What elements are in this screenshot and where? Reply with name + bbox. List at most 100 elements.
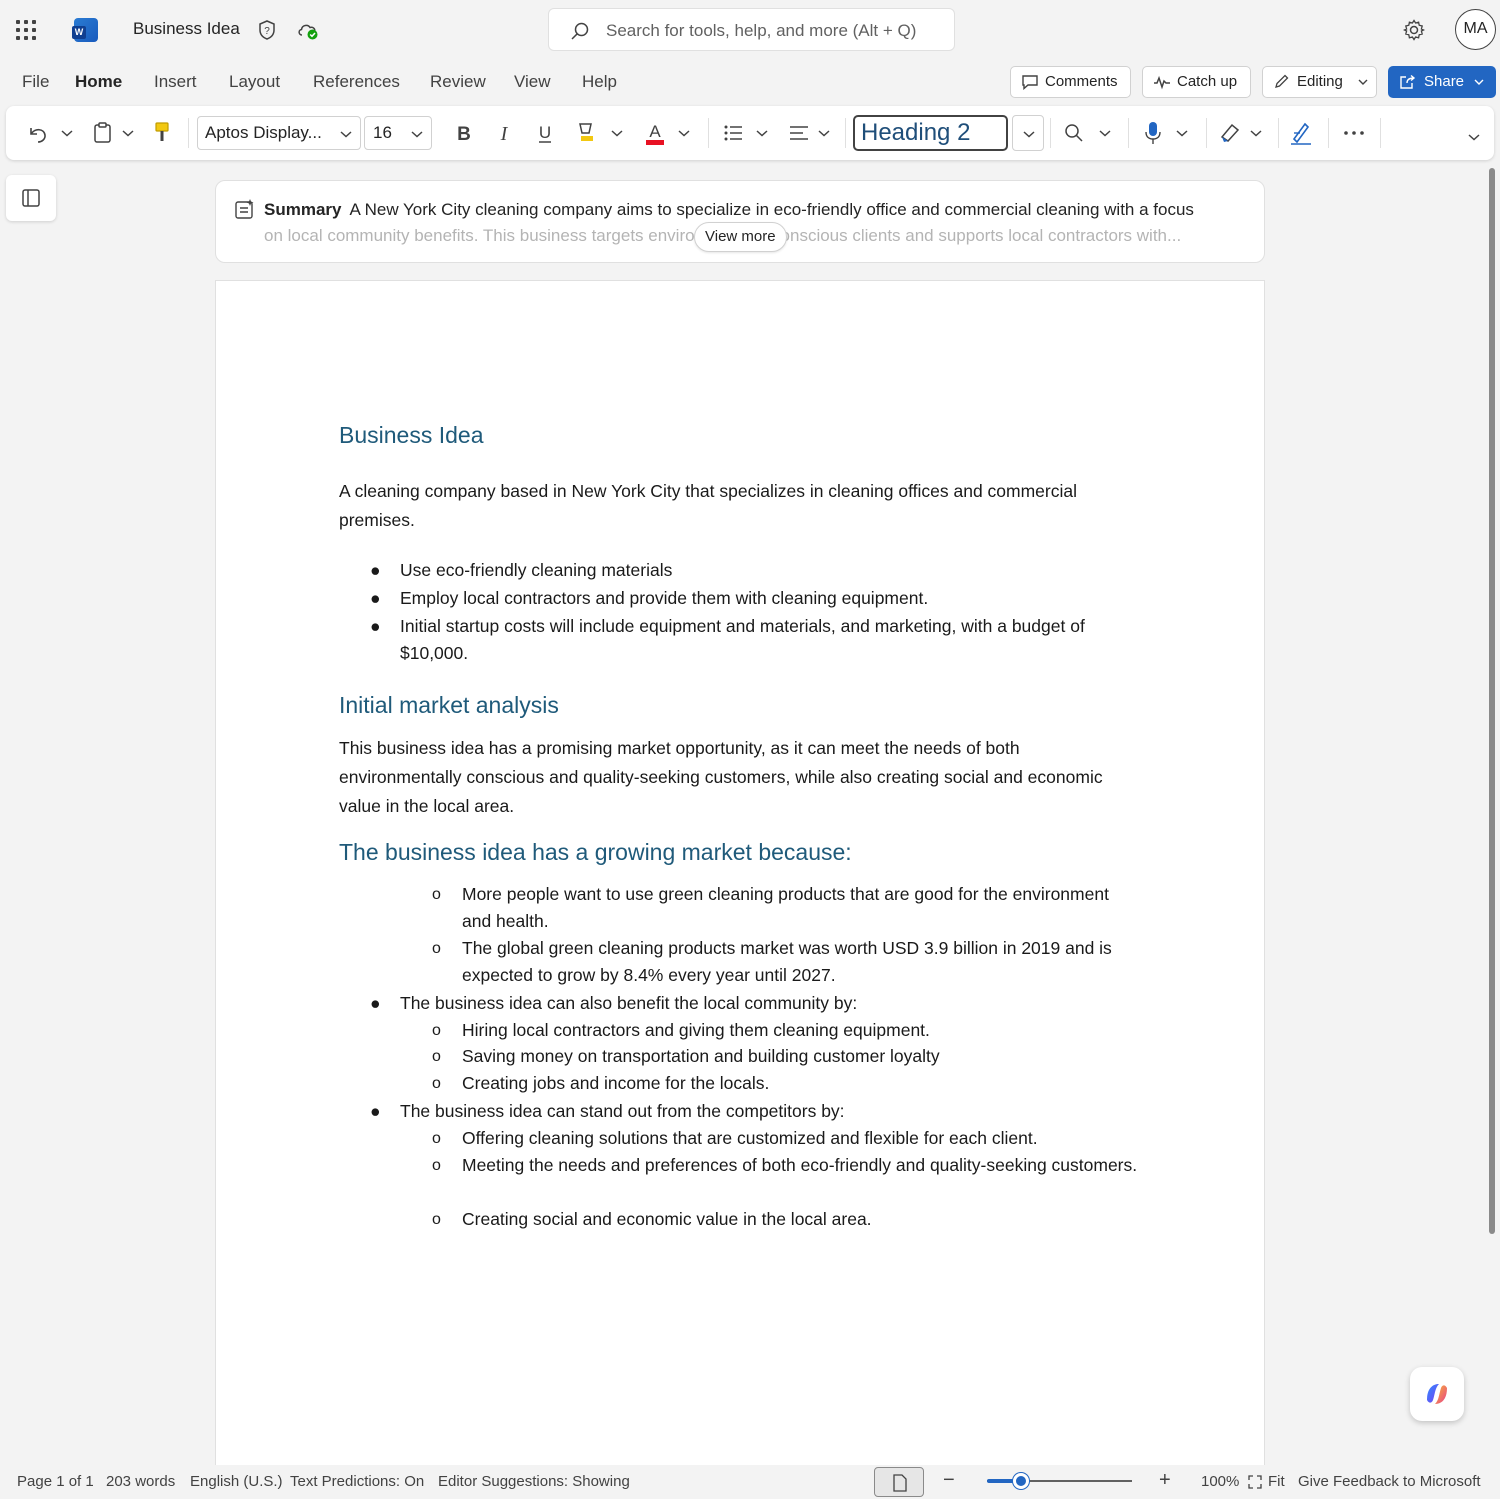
format-painter-icon[interactable] <box>152 119 172 147</box>
editing-mode-button[interactable]: Editing <box>1262 66 1377 98</box>
fit-icon[interactable] <box>1248 1475 1262 1489</box>
feedback-link[interactable]: Give Feedback to Microsoft <box>1298 1473 1481 1490</box>
heading-initial-market-analysis[interactable]: Initial market analysis <box>339 692 559 719</box>
cloud-saved-icon[interactable] <box>296 19 320 41</box>
style-gallery-current[interactable]: Heading 2 <box>853 115 1008 151</box>
list-item[interactable]: o Offering cleaning solutions that are cu… <box>432 1125 1142 1152</box>
user-avatar[interactable]: MA <box>1455 9 1496 50</box>
copilot-button[interactable] <box>1410 1367 1464 1421</box>
undo-icon[interactable] <box>26 119 50 147</box>
divider <box>1050 118 1051 148</box>
analysis-paragraph[interactable]: This business idea has a promising marke… <box>339 734 1139 821</box>
word-count[interactable]: 203 words <box>106 1473 175 1490</box>
fit-label[interactable]: Fit <box>1268 1473 1285 1490</box>
search-input[interactable]: Search for tools, help, and more (Alt + … <box>548 8 955 51</box>
page-view-icon <box>893 1474 907 1492</box>
bullets-icon[interactable] <box>722 119 744 147</box>
highlight-icon[interactable] <box>576 119 598 147</box>
tab-layout[interactable]: Layout <box>229 72 280 92</box>
share-button[interactable]: Share <box>1388 66 1496 98</box>
catch-up-button[interactable]: Catch up <box>1142 66 1251 98</box>
highlight-chevron-down-icon[interactable] <box>611 129 623 137</box>
undo-chevron-down-icon[interactable] <box>61 129 73 137</box>
list-item[interactable]: o Hiring local contractors and giving the… <box>432 1017 1142 1044</box>
status-bar: Page 1 of 1 203 words English (U.S.) Tex… <box>0 1465 1500 1499</box>
tab-insert[interactable]: Insert <box>154 72 197 92</box>
document-title[interactable]: Business Idea <box>133 19 240 39</box>
paste-icon[interactable] <box>92 119 114 147</box>
paste-chevron-down-icon[interactable] <box>122 129 134 137</box>
zoom-out-icon[interactable]: − <box>943 1469 955 1492</box>
zoom-level[interactable]: 100% <box>1201 1473 1239 1490</box>
zoom-slider-thumb[interactable] <box>1013 1473 1029 1489</box>
dictate-chevron-down-icon[interactable] <box>1176 129 1188 137</box>
align-icon[interactable] <box>788 119 810 147</box>
tab-file[interactable]: File <box>22 72 49 92</box>
divider <box>1278 118 1279 148</box>
list-item[interactable]: o The global green cleaning products mark… <box>432 935 1142 989</box>
navigation-pane-button[interactable] <box>6 175 56 221</box>
vertical-scrollbar[interactable] <box>1489 168 1495 1234</box>
ribbon-collapse-icon[interactable] <box>1468 133 1480 141</box>
summary-icon <box>235 199 254 219</box>
find-icon[interactable] <box>1062 119 1086 147</box>
style-gallery-expand[interactable] <box>1012 115 1044 151</box>
svg-text:U: U <box>539 123 551 142</box>
dictate-icon[interactable] <box>1142 119 1164 147</box>
sensitivity-chevron-down-icon[interactable] <box>1250 129 1262 137</box>
intro-paragraph[interactable]: A cleaning company based in New York Cit… <box>339 477 1139 535</box>
sensitivity-shield-icon[interactable]: ? <box>256 19 278 41</box>
font-size-dropdown[interactable]: 16 <box>364 116 432 150</box>
tab-view[interactable]: View <box>514 72 551 92</box>
word-logo-icon[interactable]: W <box>72 18 98 42</box>
heading-business-idea[interactable]: Business Idea <box>339 422 483 449</box>
bullets-chevron-down-icon[interactable] <box>756 129 768 137</box>
tab-references[interactable]: References <box>313 72 400 92</box>
divider <box>1128 118 1129 148</box>
list-item-text: Creating jobs and income for the locals. <box>462 1073 770 1093</box>
list-item[interactable]: ● The business idea can stand out from th… <box>370 1098 1080 1125</box>
font-color-icon[interactable]: A <box>644 119 666 147</box>
list-item[interactable]: ● The business idea can also benefit the … <box>370 990 1080 1017</box>
chevron-down-icon <box>1474 79 1484 85</box>
list-item[interactable]: ● Initial startup costs will include equi… <box>370 613 1120 667</box>
text-predictions-status[interactable]: Text Predictions: On <box>290 1473 424 1490</box>
catch-up-icon <box>1154 75 1170 90</box>
document-page[interactable]: Business Idea A cleaning company based i… <box>215 280 1265 1465</box>
underline-icon[interactable]: U <box>535 119 555 147</box>
style-name: Heading 2 <box>861 119 971 146</box>
summary-label: Summary <box>264 200 342 219</box>
italic-icon[interactable]: I <box>494 119 514 147</box>
list-item[interactable]: o Creating social and economic value in t… <box>432 1206 1142 1233</box>
ribbon-toolbar: Aptos Display... 16 B I U A Heading 2 <box>6 106 1494 160</box>
list-item[interactable]: o Meeting the needs and preferences of bo… <box>432 1152 1142 1179</box>
list-item[interactable]: ● Employ local contractors and provide th… <box>370 585 1080 612</box>
page-count[interactable]: Page 1 of 1 <box>17 1473 94 1490</box>
bold-icon[interactable]: B <box>454 119 474 147</box>
tab-review[interactable]: Review <box>430 72 486 92</box>
print-layout-button[interactable] <box>874 1467 924 1497</box>
tab-home[interactable]: Home <box>75 72 122 92</box>
language-status[interactable]: English (U.S.) <box>190 1473 283 1490</box>
view-more-button[interactable]: View more <box>694 222 787 252</box>
list-item[interactable]: o More people want to use green cleaning … <box>432 881 1142 935</box>
list-item[interactable]: ● Use eco-friendly cleaning materials <box>370 557 1080 584</box>
editor-suggestions-status[interactable]: Editor Suggestions: Showing <box>438 1473 630 1490</box>
heading-growing-market[interactable]: The business idea has a growing market b… <box>339 839 852 866</box>
tab-help[interactable]: Help <box>582 72 617 92</box>
editor-icon[interactable] <box>1289 119 1313 147</box>
circle-bullet-icon: o <box>432 1022 441 1039</box>
zoom-in-icon[interactable]: + <box>1159 1469 1171 1492</box>
sensitivity-icon[interactable] <box>1218 119 1242 147</box>
font-name-dropdown[interactable]: Aptos Display... <box>197 116 361 150</box>
find-chevron-down-icon[interactable] <box>1099 129 1111 137</box>
list-item[interactable]: o Creating jobs and income for the locals… <box>432 1070 1142 1097</box>
comments-button[interactable]: Comments <box>1010 66 1131 98</box>
settings-gear-icon[interactable] <box>1402 18 1426 42</box>
more-options-icon[interactable] <box>1342 119 1366 147</box>
bullet-icon: ● <box>370 588 381 608</box>
font-color-chevron-down-icon[interactable] <box>678 129 690 137</box>
align-chevron-down-icon[interactable] <box>818 129 830 137</box>
app-launcher-icon[interactable] <box>14 18 38 42</box>
list-item[interactable]: o Saving money on transportation and buil… <box>432 1043 1142 1070</box>
